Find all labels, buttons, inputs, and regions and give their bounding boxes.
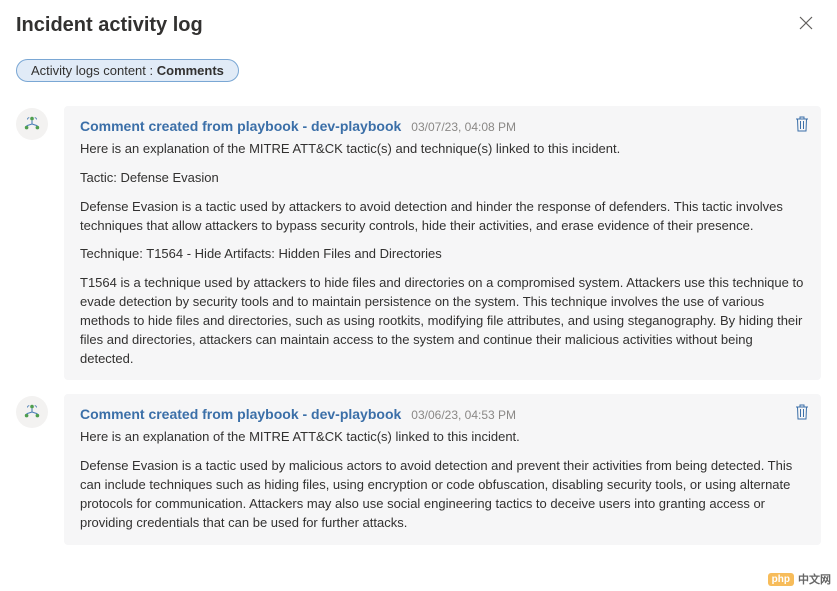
log-entry: Comment created from playbook - dev-play… xyxy=(16,106,821,380)
entry-timestamp: 03/07/23, 04:08 PM xyxy=(411,120,516,134)
watermark: php 中文网 xyxy=(768,571,831,587)
entry-paragraph: Here is an explanation of the MITRE ATT&… xyxy=(80,428,805,447)
delete-button[interactable] xyxy=(795,404,809,425)
close-button[interactable] xyxy=(791,12,821,39)
entry-timestamp: 03/06/23, 04:53 PM xyxy=(411,408,516,422)
entry-title[interactable]: Comment created from playbook - dev-play… xyxy=(80,406,401,422)
trash-icon xyxy=(795,116,809,132)
filter-label: Activity logs content : xyxy=(31,63,157,78)
entry-header: Comment created from playbook - dev-play… xyxy=(80,406,805,422)
avatar xyxy=(16,396,48,428)
entry-card: Comment created from playbook - dev-play… xyxy=(64,394,821,544)
watermark-badge: php xyxy=(768,573,794,586)
entry-paragraph: Technique: T1564 - Hide Artifacts: Hidde… xyxy=(80,245,805,264)
playbook-icon xyxy=(23,115,41,133)
entry-body: Here is an explanation of the MITRE ATT&… xyxy=(80,140,805,368)
panel-header: Incident activity log xyxy=(16,12,821,39)
log-entry: Comment created from playbook - dev-play… xyxy=(16,394,821,544)
filter-value: Comments xyxy=(157,63,224,78)
entry-paragraph: Defense Evasion is a tactic used by atta… xyxy=(80,198,805,236)
delete-button[interactable] xyxy=(795,116,809,137)
page-title: Incident activity log xyxy=(16,14,203,37)
entry-paragraph: Here is an explanation of the MITRE ATT&… xyxy=(80,140,805,159)
playbook-icon xyxy=(23,403,41,421)
trash-icon xyxy=(795,404,809,420)
entry-header: Comment created from playbook - dev-play… xyxy=(80,118,805,134)
entry-paragraph: Tactic: Defense Evasion xyxy=(80,169,805,188)
entry-title[interactable]: Comment created from playbook - dev-play… xyxy=(80,118,401,134)
entry-card: Comment created from playbook - dev-play… xyxy=(64,106,821,380)
watermark-text: 中文网 xyxy=(798,571,831,587)
entry-paragraph: Defense Evasion is a tactic used by mali… xyxy=(80,457,805,532)
close-icon xyxy=(799,16,813,30)
entry-body: Here is an explanation of the MITRE ATT&… xyxy=(80,428,805,532)
filter-chip[interactable]: Activity logs content : Comments xyxy=(16,59,239,82)
avatar xyxy=(16,108,48,140)
entry-paragraph: T1564 is a technique used by attackers t… xyxy=(80,274,805,368)
